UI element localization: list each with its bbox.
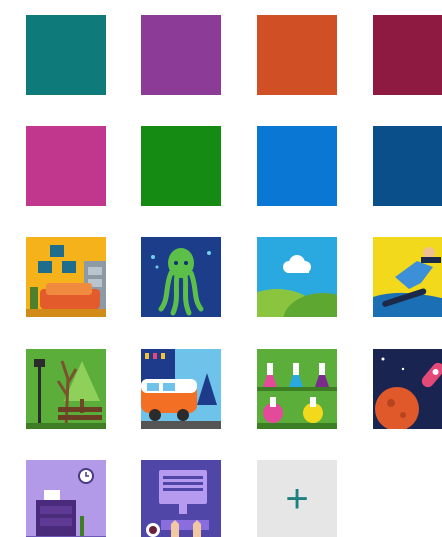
color-swatch-green[interactable]: [141, 126, 221, 206]
swatch-fill: [373, 15, 442, 95]
picture-lab-flasks[interactable]: [257, 349, 337, 429]
park-bench-icon: [26, 349, 106, 429]
space-rocket-icon: [373, 349, 442, 429]
picture-desk-clock[interactable]: [26, 460, 106, 537]
plus-icon: +: [285, 476, 309, 521]
picture-living-room[interactable]: [26, 237, 106, 317]
color-swatch-purple[interactable]: [141, 15, 221, 95]
living-room-icon: [26, 237, 106, 317]
swatch-fill: [141, 15, 221, 95]
cloud-hills-icon: [257, 237, 337, 317]
swatch-fill: [257, 15, 337, 95]
picture-computer-typing[interactable]: [141, 460, 221, 537]
color-swatch-orange[interactable]: [257, 15, 337, 95]
picture-park-bench[interactable]: [26, 349, 106, 429]
snowboarder-icon: [373, 237, 442, 317]
color-swatch-teal[interactable]: [26, 15, 106, 95]
bus-city-icon: [141, 349, 221, 429]
color-swatch-blue[interactable]: [257, 126, 337, 206]
picture-space-rocket[interactable]: [373, 349, 442, 429]
add-picture-button[interactable]: +: [257, 460, 337, 537]
swatch-fill: [26, 126, 106, 206]
computer-typing-icon: [141, 460, 221, 537]
color-swatch-navy[interactable]: [373, 126, 442, 206]
swatch-fill: [141, 126, 221, 206]
picture-snowboarder[interactable]: [373, 237, 442, 317]
picture-bus-city[interactable]: [141, 349, 221, 429]
lab-flasks-icon: [257, 349, 337, 429]
swatch-fill: [257, 126, 337, 206]
color-swatch-magenta[interactable]: [26, 126, 106, 206]
swatch-fill: [373, 126, 442, 206]
swatch-fill: [26, 15, 106, 95]
color-swatch-crimson[interactable]: [373, 15, 442, 95]
octopus-icon: [141, 237, 221, 317]
desk-clock-icon: [26, 460, 106, 537]
picture-octopus[interactable]: [141, 237, 221, 317]
picture-cloud-hills[interactable]: [257, 237, 337, 317]
